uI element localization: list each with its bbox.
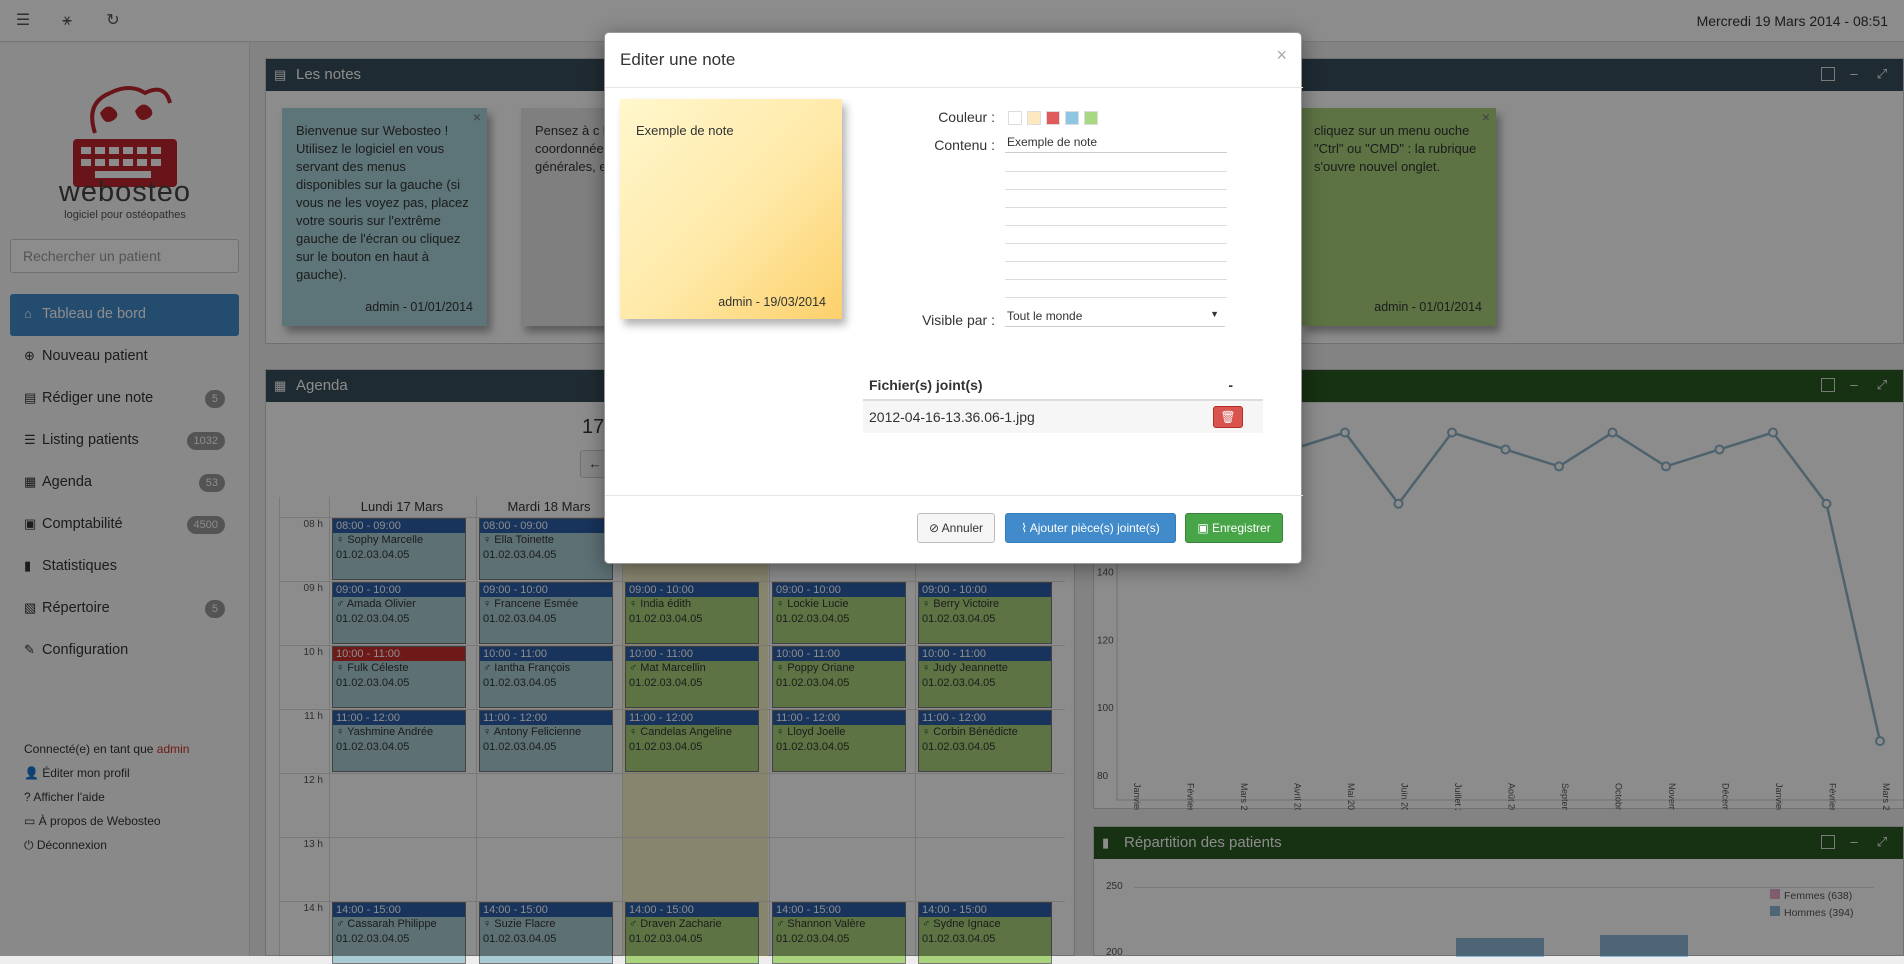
add-attachment-button[interactable]: ⌇ Ajouter pièce(s) jointe(s) [1005, 513, 1176, 543]
textarea-line [1005, 279, 1227, 280]
cancel-button[interactable]: ⊘ Annuler [917, 513, 995, 543]
divider [605, 87, 1303, 88]
edit-note-modal: Editer une note × Exemple de note admin … [604, 32, 1303, 564]
modal-title: Editer une note [620, 50, 736, 69]
ban-icon: ⊘ [928, 521, 939, 535]
trash-icon: 🗑 [1220, 410, 1236, 424]
textarea-line [1005, 261, 1227, 262]
delete-file-button[interactable]: 🗑 [1213, 406, 1243, 428]
save-icon: ▣ [1197, 521, 1209, 535]
note-preview: Exemple de note admin - 19/03/2014 [620, 99, 842, 319]
textarea-line [1005, 243, 1227, 244]
caret-down-icon: ▼ [1210, 309, 1219, 319]
couleur-label: Couleur : [938, 109, 995, 125]
close-icon[interactable]: × [1276, 45, 1287, 66]
textarea-line [1005, 207, 1227, 208]
contenu-textarea[interactable]: Exemple de note [1005, 135, 1227, 153]
save-button[interactable]: ▣ Enregistrer [1185, 513, 1283, 543]
color-swatch[interactable] [1065, 111, 1079, 125]
color-swatch[interactable] [1084, 111, 1098, 125]
textarea-line [1005, 297, 1227, 298]
textarea-line [1005, 225, 1227, 226]
color-swatch[interactable] [1027, 111, 1041, 125]
visible-par-select[interactable]: Tout le monde ▼ [1005, 309, 1225, 327]
files-table-header: Fichier(s) joint(s) - [863, 377, 1263, 401]
divider [605, 495, 1303, 496]
attached-files-table: Fichier(s) joint(s) - 2012-04-16-13.36.0… [863, 377, 1263, 433]
color-swatch[interactable] [1008, 111, 1022, 125]
textarea-line [1005, 189, 1227, 190]
paperclip-icon: ⌇ [1021, 521, 1028, 535]
table-row: 2012-04-16-13.36.06-1.jpg 🗑 [863, 401, 1263, 433]
visible-par-label: Visible par : [922, 312, 995, 328]
color-swatch[interactable] [1046, 111, 1060, 125]
contenu-label: Contenu : [934, 137, 995, 153]
textarea-line [1005, 171, 1227, 172]
